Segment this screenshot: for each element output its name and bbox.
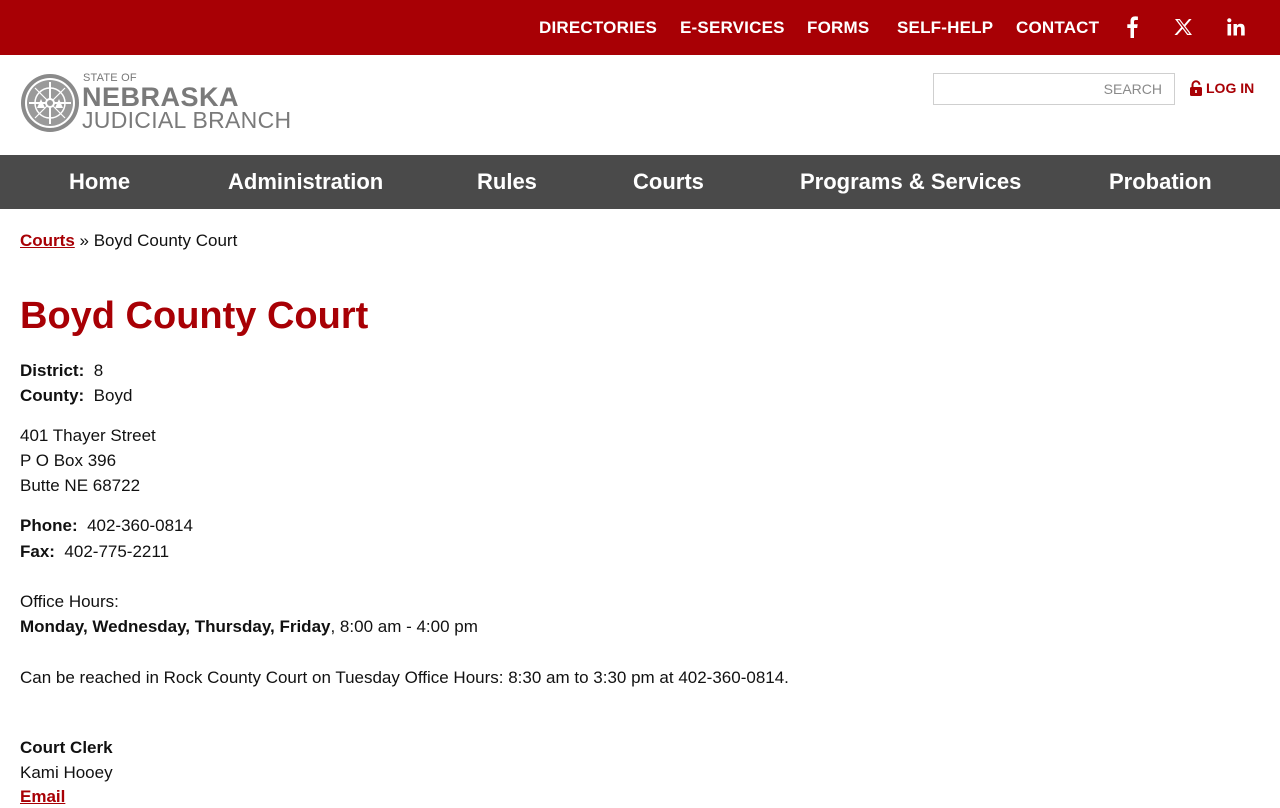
address-line-3: Butte NE 68722 bbox=[20, 476, 141, 495]
self-help-link[interactable]: SELF-HELP bbox=[897, 0, 993, 55]
facebook-icon[interactable] bbox=[1119, 14, 1145, 40]
office-hours-label: Office Hours: bbox=[20, 592, 119, 611]
fax-value: 402-775-2211 bbox=[64, 542, 170, 561]
directories-link[interactable]: DIRECTORIES bbox=[539, 0, 657, 55]
linkedin-icon[interactable] bbox=[1223, 14, 1249, 40]
county-row: County: Boyd bbox=[20, 385, 132, 407]
phone-label: Phone: bbox=[20, 516, 78, 535]
page-title: Boyd County Court bbox=[20, 295, 369, 337]
clerk-email-row: Email bbox=[20, 786, 65, 808]
clerk-name: Kami Hooey bbox=[20, 763, 113, 782]
state-seal-icon bbox=[21, 74, 79, 132]
clerk-email-link[interactable]: Email bbox=[20, 787, 65, 806]
x-twitter-icon[interactable] bbox=[1170, 14, 1196, 40]
phone-value[interactable]: 402-360-0814 bbox=[87, 516, 193, 535]
nebraska-judicial-logo[interactable]: STATE OF NEBRASKA JUDICIAL BRANCH bbox=[20, 72, 291, 136]
availability-note: Can be reached in Rock County Court on T… bbox=[20, 668, 789, 687]
county-value: Boyd bbox=[93, 386, 133, 405]
phone-row: Phone: 402-360-0814 bbox=[20, 515, 193, 537]
nav-home[interactable]: Home bbox=[69, 155, 130, 209]
utility-bar: DIRECTORIES E-SERVICES FORMS SELF-HELP C… bbox=[0, 0, 1280, 55]
fax-row: Fax: 402-775-2211 bbox=[20, 541, 169, 563]
district-row: District: 8 bbox=[20, 360, 103, 382]
lock-icon bbox=[1190, 80, 1202, 96]
nav-courts[interactable]: Courts bbox=[633, 155, 704, 209]
office-hours-days: Monday, Wednesday, Thursday, Friday bbox=[20, 617, 331, 636]
county-label: County: bbox=[20, 386, 85, 405]
breadcrumb-separator: » bbox=[74, 231, 94, 250]
nav-rules[interactable]: Rules bbox=[477, 155, 537, 209]
login-link[interactable]: LOG IN bbox=[1189, 78, 1254, 98]
nav-probation[interactable]: Probation bbox=[1109, 155, 1212, 209]
address-line-2: P O Box 396 bbox=[20, 451, 117, 470]
fax-label: Fax: bbox=[20, 542, 55, 561]
district-value: 8 bbox=[93, 361, 104, 380]
contact-link[interactable]: CONTACT bbox=[1016, 0, 1099, 55]
office-hours-time: , 8:00 am - 4:00 pm bbox=[330, 617, 478, 636]
address-line-1: 401 Thayer Street bbox=[20, 426, 156, 445]
breadcrumb-current: Boyd County Court bbox=[93, 231, 238, 250]
search-box bbox=[933, 73, 1175, 105]
clerk-heading: Court Clerk bbox=[20, 738, 113, 757]
nav-programs-services[interactable]: Programs & Services bbox=[800, 155, 1021, 209]
login-label: LOG IN bbox=[1206, 80, 1255, 96]
e-services-link[interactable]: E-SERVICES bbox=[680, 0, 785, 55]
breadcrumb: Courts » Boyd County Court bbox=[20, 231, 237, 251]
nav-administration[interactable]: Administration bbox=[228, 155, 383, 209]
breadcrumb-courts-link[interactable]: Courts bbox=[20, 231, 75, 250]
office-hours-row: Monday, Wednesday, Thursday, Friday, 8:0… bbox=[20, 616, 478, 638]
district-label: District: bbox=[20, 361, 85, 380]
forms-link[interactable]: FORMS bbox=[807, 0, 869, 55]
main-nav: Home Administration Rules Courts Program… bbox=[0, 155, 1280, 209]
logo-judicial-branch: JUDICIAL BRANCH bbox=[82, 107, 292, 133]
search-input[interactable] bbox=[934, 74, 1174, 104]
